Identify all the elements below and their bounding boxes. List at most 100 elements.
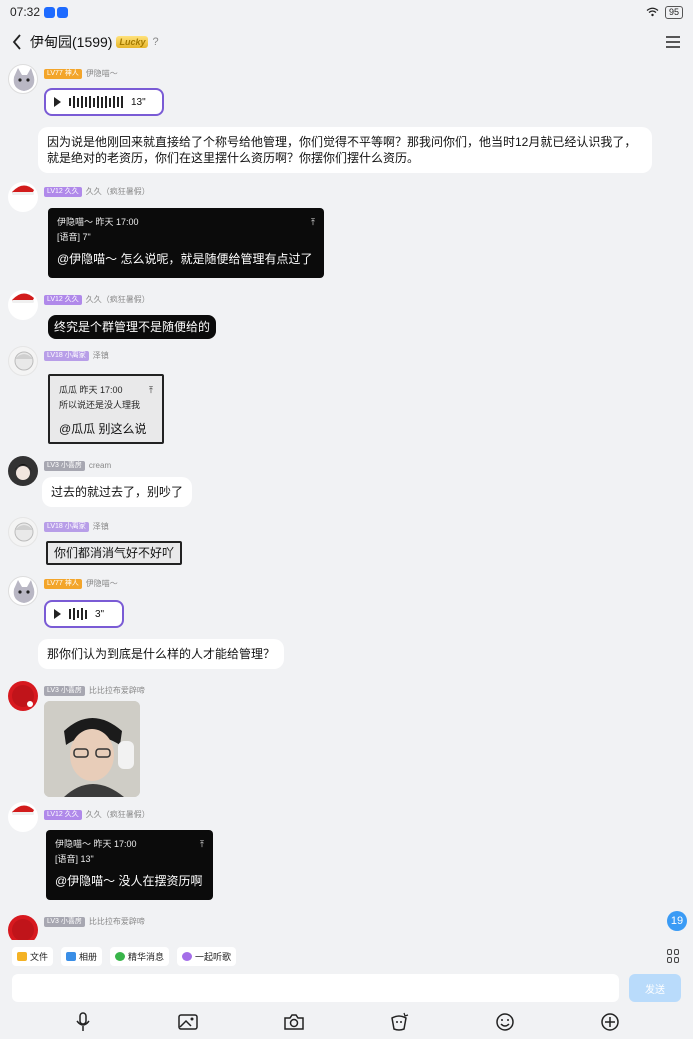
quoted-message[interactable]: 伊隐喵～ 昨天 17:00 ⤒ [语音] 13": [55, 837, 204, 867]
avatar[interactable]: [8, 182, 38, 212]
group-badge: Lucky: [116, 36, 149, 48]
sender-name[interactable]: 比比拉布爱辟啼: [89, 916, 145, 927]
gift-sticker-icon: [391, 1012, 409, 1031]
dark-hair-avatar-icon: [14, 464, 32, 480]
music-icon: [182, 951, 193, 961]
file-label: 文件: [30, 951, 49, 962]
battery-indicator: 95: [664, 5, 683, 19]
waveform-icon: [69, 608, 87, 620]
essence-button[interactable]: 精华消息: [110, 946, 170, 966]
image-message[interactable]: [44, 701, 140, 797]
santa-hat-avatar-icon: [12, 185, 34, 195]
status-bar: 07:32 95: [0, 0, 693, 24]
back-button[interactable]: [8, 30, 26, 54]
red-packet-button[interactable]: [387, 1010, 411, 1034]
avatar[interactable]: [8, 517, 38, 547]
sender-name[interactable]: 久久（疯狂暑假）: [86, 809, 150, 820]
santa-hat-avatar-icon: [12, 293, 34, 303]
file-button[interactable]: 文件: [12, 946, 54, 966]
sender-name[interactable]: 久久（疯狂暑假）: [86, 186, 150, 197]
input-row: 发送: [0, 972, 693, 1004]
avatar[interactable]: [8, 64, 38, 94]
quote-body: 所以说还是没人理我: [59, 400, 141, 410]
reply-text: @伊隐喵～ 没人在摆资历啊: [55, 874, 203, 888]
avatar[interactable]: [8, 346, 38, 376]
help-icon[interactable]: ?: [152, 36, 158, 48]
sender-name[interactable]: 伊隐喵～: [86, 578, 118, 589]
microphone-icon: [76, 1011, 90, 1031]
level-badge: LV3 小喜房: [44, 460, 85, 471]
sender-name[interactable]: 伊隐喵～: [86, 68, 118, 79]
listen-together-button[interactable]: 一起听歌: [177, 946, 237, 966]
camera-button[interactable]: [282, 1010, 306, 1034]
chevron-left-icon: [12, 34, 21, 50]
quoted-message[interactable]: 伊隐喵～ 昨天 17:00 ⤒ [语音] 7": [57, 215, 315, 245]
level-badge: LV77 神人: [44, 578, 82, 589]
avatar[interactable]: [8, 802, 38, 832]
image-button[interactable]: [176, 1010, 200, 1034]
waveform-icon: [69, 96, 123, 108]
avatar[interactable]: [8, 456, 38, 486]
sender-name[interactable]: 久久（疯狂暑假）: [86, 294, 150, 305]
red-avatar-icon: [12, 919, 34, 940]
quote-header: 瓜瓜 昨天 17:00: [59, 385, 123, 395]
avatar[interactable]: [8, 915, 38, 940]
message-bubble[interactable]: 因为说是他刚回来就直接给了个称号给他管理，你们觉得不平等啊？那我问你们，他当时1…: [38, 127, 652, 173]
quote-body: [语音] 7": [57, 232, 91, 242]
cat-avatar-icon: [13, 68, 35, 91]
plus-circle-icon: [601, 1012, 619, 1031]
sender-name[interactable]: 泽镇: [93, 521, 109, 532]
menu-icon: [666, 36, 680, 48]
emoji-button[interactable]: [493, 1010, 517, 1034]
sender-name[interactable]: 比比拉布爱辟啼: [89, 685, 145, 696]
photo-icon: [66, 951, 77, 961]
reply-text: @伊隐喵～ 怎么说呢，就是随便给管理有点过了: [57, 252, 313, 266]
album-button[interactable]: 相册: [61, 946, 103, 966]
quote-body: [语音] 13": [55, 854, 94, 864]
status-time: 07:32: [10, 5, 41, 19]
reply-bubble[interactable]: 瓜瓜 昨天 17:00 ⤒ 所以说还是没人理我 @瓜瓜 别这么说: [48, 374, 164, 444]
reply-bubble[interactable]: 伊隐喵～ 昨天 17:00 ⤒ [语音] 7" @伊隐喵～ 怎么说呢，就是随便给管…: [48, 208, 324, 278]
message-input[interactable]: [12, 974, 619, 1002]
avatar[interactable]: [8, 576, 38, 606]
voice-message[interactable]: 3": [44, 600, 124, 628]
person-photo: [44, 701, 140, 797]
jump-to-icon[interactable]: ⤒: [311, 215, 315, 230]
anime-avatar-icon: [14, 351, 34, 371]
quote-header: 伊隐喵～ 昨天 17:00: [57, 217, 139, 227]
sender-name[interactable]: cream: [89, 461, 111, 470]
message-bubble[interactable]: 那你们认为到底是什么样的人才能给管理？: [38, 639, 285, 669]
avatar[interactable]: [8, 681, 38, 711]
play-icon: [54, 97, 61, 107]
voice-message[interactable]: 13": [44, 88, 164, 116]
group-title[interactable]: 伊甸园(1599): [30, 32, 112, 52]
more-button[interactable]: [598, 1010, 622, 1034]
menu-button[interactable]: [661, 30, 685, 54]
wifi-icon: [646, 7, 659, 17]
jump-to-icon[interactable]: ⤒: [200, 837, 204, 852]
message-bubble[interactable]: 过去的就过去了，别吵了: [42, 477, 193, 507]
smile-icon: [496, 1012, 514, 1031]
message-bubble[interactable]: 终究是个群管理不是随便给的: [48, 315, 217, 339]
sender-name[interactable]: 泽镇: [93, 350, 109, 361]
more-tools-icon[interactable]: [667, 949, 681, 963]
voice-button[interactable]: [71, 1010, 95, 1034]
jump-to-icon[interactable]: ⤒: [149, 383, 153, 398]
cat-avatar-icon: [13, 580, 35, 603]
play-icon: [54, 609, 61, 619]
album-label: 相册: [79, 951, 98, 962]
level-badge: LV3 小喜房: [44, 685, 85, 696]
unread-count-badge[interactable]: 19: [667, 911, 687, 931]
avatar[interactable]: [8, 290, 38, 320]
message-list[interactable]: LV77 神人 伊隐喵～ 13" 因为说是他刚回来就直接给了个称号给他管理，你们…: [0, 60, 693, 940]
reply-bubble[interactable]: 伊隐喵～ 昨天 17:00 ⤒ [语音] 13" @伊隐喵～ 没人在摆资历啊: [46, 830, 213, 900]
app-notification-icon: [57, 6, 69, 18]
message-bubble[interactable]: 你们都消消气好不好吖: [46, 541, 183, 565]
level-badge: LV12 久久: [44, 294, 82, 305]
send-button[interactable]: 发送: [629, 974, 681, 1002]
chat-header: 伊甸园(1599) Lucky ?: [0, 24, 693, 60]
level-badge: LV12 久久: [44, 186, 82, 197]
quoted-message[interactable]: 瓜瓜 昨天 17:00 ⤒ 所以说还是没人理我: [59, 383, 153, 413]
level-badge: LV18 小离家: [44, 521, 89, 532]
quick-toolbar: 文件 相册 精华消息 一起听歌: [0, 940, 693, 972]
